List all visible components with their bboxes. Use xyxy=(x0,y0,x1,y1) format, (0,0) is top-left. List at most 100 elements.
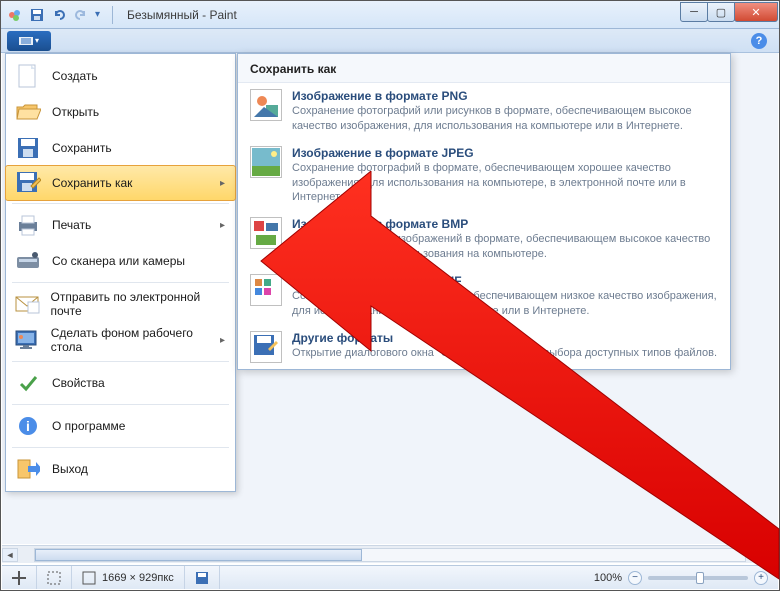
status-bar: 1669 × 929пкс 100% − + xyxy=(2,565,778,589)
jpeg-icon xyxy=(250,146,282,178)
paint-app-icon xyxy=(7,7,23,23)
gif-icon xyxy=(250,274,282,306)
disk-icon xyxy=(195,571,209,585)
menu-item-label: Открыть xyxy=(52,105,99,119)
zoom-percent: 100% xyxy=(594,572,622,584)
menu-item-about[interactable]: i О программе xyxy=(6,408,235,444)
menu-item-label: Сохранить xyxy=(52,141,112,155)
minimize-button[interactable]: ─ xyxy=(680,2,708,22)
menu-item-label: Свойства xyxy=(52,376,105,390)
printer-icon xyxy=(14,211,42,239)
save-icon[interactable] xyxy=(29,7,45,23)
desktop-icon xyxy=(14,326,41,354)
menu-item-save-as[interactable]: Сохранить как ▸ xyxy=(5,165,236,201)
status-cursor-pos xyxy=(2,566,37,589)
menu-item-label: Выход xyxy=(52,462,88,476)
menu-item-email[interactable]: Отправить по электронной почте xyxy=(6,286,235,322)
menu-item-properties[interactable]: Свойства xyxy=(6,365,235,401)
svg-text:i: i xyxy=(26,418,30,434)
status-file-size xyxy=(185,566,220,589)
menu-item-set-wallpaper[interactable]: Сделать фоном рабочего стола ▸ xyxy=(6,322,235,358)
exit-icon xyxy=(14,455,42,483)
save-icon xyxy=(14,134,42,162)
menu-item-scanner[interactable]: Со сканера или камеры xyxy=(6,243,235,279)
redo-icon[interactable] xyxy=(73,7,89,23)
info-icon: i xyxy=(14,412,42,440)
scroll-left-button[interactable]: ◄ xyxy=(2,548,18,562)
submenu-item-title: Другие форматы xyxy=(292,331,717,345)
menu-item-new[interactable]: Создать xyxy=(6,58,235,94)
status-selection xyxy=(37,566,72,589)
close-button[interactable]: ✕ xyxy=(734,2,778,22)
menu-item-label: Сделать фоном рабочего стола xyxy=(51,326,220,354)
submenu-item-title: Изображение в формате JPEG xyxy=(292,146,718,160)
menu-item-label: Печать xyxy=(52,218,91,232)
menu-separator xyxy=(12,404,229,405)
menu-item-label: Со сканера или камеры xyxy=(52,254,185,268)
menu-item-label: Сохранить как xyxy=(52,176,132,190)
save-as-dialog-icon xyxy=(250,331,282,363)
new-file-icon xyxy=(14,62,42,90)
submenu-item-desc: Сохранение фотографий в формате, обеспеч… xyxy=(292,161,718,206)
window-controls: ─ ▢ ✕ xyxy=(681,2,778,22)
submenu-item-desc: Сохранение рисунков в формате, обеспечив… xyxy=(292,289,718,319)
zoom-in-button[interactable]: + xyxy=(754,571,768,585)
scroll-right-button[interactable]: ► xyxy=(762,548,778,562)
chevron-right-icon: ▸ xyxy=(220,178,225,189)
undo-icon[interactable] xyxy=(51,7,67,23)
submenu-item-title: Изображение в формате GIF xyxy=(292,274,718,288)
crosshair-icon xyxy=(12,571,26,585)
png-icon xyxy=(250,89,282,121)
zoom-controls: 100% − + xyxy=(584,566,778,589)
menu-separator xyxy=(12,282,229,283)
scrollbar-thumb[interactable] xyxy=(35,549,362,561)
file-menu: Создать Открыть Сохранить Сохранить как … xyxy=(5,53,236,492)
folder-open-icon xyxy=(14,98,42,126)
separator xyxy=(112,6,113,24)
menu-item-label: Создать xyxy=(52,69,98,83)
qat-customize-icon[interactable]: ▾ xyxy=(95,9,100,20)
submenu-item-desc: Сохранение фотографий или рисунков в фор… xyxy=(292,104,718,134)
window-title: Безымянный - Paint xyxy=(127,8,237,22)
zoom-slider[interactable] xyxy=(648,576,748,580)
maximize-button[interactable]: ▢ xyxy=(707,2,735,22)
help-icon[interactable]: ? xyxy=(751,33,767,49)
submenu-item-desc: Открытие диалогового окна "Сохранить как… xyxy=(292,346,717,361)
menu-item-label: Отправить по электронной почте xyxy=(51,290,225,318)
submenu-item-gif[interactable]: Изображение в формате GIF Сохранение рис… xyxy=(238,268,730,325)
chevron-right-icon: ▸ xyxy=(220,335,225,346)
file-tab[interactable]: ▾ xyxy=(7,31,51,51)
menu-item-label: О программе xyxy=(52,419,125,433)
submenu-item-desc: Сохранение любых изображений в формате, … xyxy=(292,232,718,262)
chevron-down-icon: ▾ xyxy=(35,36,39,45)
submenu-item-other[interactable]: Другие форматы Открытие диалогового окна… xyxy=(238,325,730,369)
quick-access-toolbar: ▾ xyxy=(7,6,119,24)
menu-separator xyxy=(12,447,229,448)
title-bar: ▾ Безымянный - Paint xyxy=(1,1,779,29)
menu-item-exit[interactable]: Выход xyxy=(6,451,235,487)
scanner-icon xyxy=(14,247,42,275)
ribbon-tab-strip: ▾ ? xyxy=(1,29,779,53)
horizontal-scrollbar[interactable]: ◄ ► xyxy=(2,545,778,563)
menu-separator xyxy=(12,361,229,362)
save-as-icon xyxy=(14,169,42,197)
selection-icon xyxy=(47,571,61,585)
scrollbar-track[interactable] xyxy=(34,548,746,562)
menu-item-open[interactable]: Открыть xyxy=(6,94,235,130)
checkmark-icon xyxy=(14,369,42,397)
canvas-size-text: 1669 × 929пкс xyxy=(102,572,174,584)
submenu-header: Сохранить как xyxy=(238,54,730,83)
bmp-icon xyxy=(250,217,282,249)
menu-item-print[interactable]: Печать ▸ xyxy=(6,207,235,243)
submenu-item-jpeg[interactable]: Изображение в формате JPEG Сохранение фо… xyxy=(238,140,730,212)
zoom-slider-knob[interactable] xyxy=(696,572,704,584)
menu-separator xyxy=(12,203,229,204)
menu-item-save[interactable]: Сохранить xyxy=(6,130,235,166)
submenu-item-png[interactable]: Изображение в формате PNG Сохранение фот… xyxy=(238,83,730,140)
submenu-item-title: Изображение в формате BMP xyxy=(292,217,718,231)
submenu-item-bmp[interactable]: Изображение в формате BMP Сохранение люб… xyxy=(238,211,730,268)
size-icon xyxy=(82,571,96,585)
status-canvas-size: 1669 × 929пкс xyxy=(72,566,185,589)
submenu-item-title: Изображение в формате PNG xyxy=(292,89,718,103)
zoom-out-button[interactable]: − xyxy=(628,571,642,585)
